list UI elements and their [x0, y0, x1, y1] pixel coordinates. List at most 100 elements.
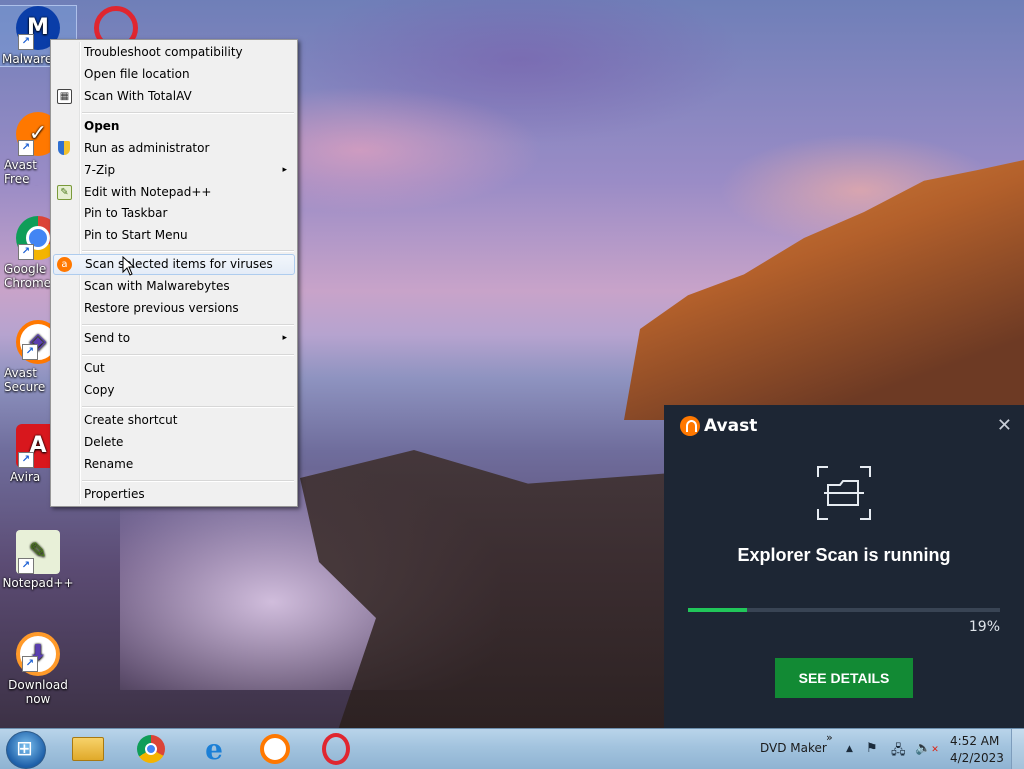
shortcut-arrow-icon: ↗: [18, 140, 34, 156]
toolbar-chevron-icon[interactable]: »: [826, 731, 833, 744]
wallpaper-cliff: [624, 160, 1024, 420]
shortcut-arrow-icon: ↗: [18, 34, 34, 50]
menu-item-label: Delete: [84, 435, 124, 449]
notepadpp-icon: ✎: [57, 185, 72, 200]
file-explorer-icon: [72, 737, 104, 761]
close-icon[interactable]: ✕: [997, 415, 1012, 436]
desktop-icon-label: Notepad++: [2, 576, 74, 590]
shortcut-arrow-icon: ↗: [22, 656, 38, 672]
taskbar-app-chrome[interactable]: [133, 733, 169, 765]
taskbar-app-internet-explorer[interactable]: e: [196, 732, 232, 766]
menu-item-label: Troubleshoot compatibility: [84, 45, 243, 59]
menu-item-scan-selected-items-for-viruses[interactable]: a Scan selected items for viruses: [53, 254, 295, 275]
avast-brand: Avast: [680, 415, 757, 437]
menu-separator: [82, 480, 294, 482]
avast-browser-icon: [260, 734, 290, 764]
menu-item-copy[interactable]: Copy: [53, 380, 295, 401]
download-now-icon: ⬇ ↗: [16, 632, 60, 676]
menu-item-scan-with-malwarebytes[interactable]: Scan with Malwarebytes: [53, 276, 295, 297]
start-button[interactable]: [6, 731, 46, 769]
menu-separator: [82, 354, 294, 356]
menu-item-label: Create shortcut: [84, 413, 178, 427]
menu-item-open[interactable]: Open: [53, 116, 295, 137]
opera-icon: [322, 733, 350, 765]
desktop-icon-label: Avast Free Antivirus: [4, 158, 37, 186]
scan-progress-bar: [688, 608, 1000, 612]
menu-item-label: Run as administrator: [84, 141, 210, 155]
internet-explorer-icon: e: [205, 732, 223, 766]
avast-logo-icon: [680, 416, 700, 436]
menu-item-cut[interactable]: Cut: [53, 358, 295, 379]
menu-item-run-as-administrator[interactable]: Run as administrator: [53, 138, 295, 159]
menu-item-rename[interactable]: Rename: [53, 454, 295, 475]
show-desktop-button[interactable]: [1011, 729, 1024, 769]
menu-item-label: Edit with Notepad++: [84, 185, 212, 199]
see-details-button[interactable]: SEE DETAILS: [775, 658, 913, 698]
desktop-icon-label: Avast Secure Browser: [4, 366, 46, 394]
menu-item-label: Scan with Malwarebytes: [84, 279, 230, 293]
scan-status-title: Explorer Scan is running: [737, 545, 951, 565]
taskbar-app-opera[interactable]: [318, 733, 354, 765]
menu-item-troubleshoot-compatibility[interactable]: Troubleshoot compatibility: [53, 42, 295, 63]
wallpaper-rocks: [300, 450, 680, 728]
totalav-icon: ▦: [57, 89, 72, 104]
context-menu: Troubleshoot compatibility Open file loc…: [50, 39, 298, 507]
menu-item-restore-previous-versions[interactable]: Restore previous versions: [53, 298, 295, 319]
mouse-cursor-icon: [122, 256, 136, 276]
menu-item-send-to[interactable]: Send to ▸: [53, 328, 295, 349]
submenu-arrow-icon: ▸: [282, 165, 287, 175]
shortcut-arrow-icon: ↗: [22, 344, 38, 360]
menu-item-properties[interactable]: Properties: [53, 484, 295, 505]
desktop-icon-label: Malwarebytes: [2, 52, 52, 66]
desktop-icon-download-now[interactable]: ⬇ ↗ Download now: [0, 632, 76, 706]
shortcut-arrow-icon: ↗: [18, 558, 34, 574]
menu-item-7zip[interactable]: 7-Zip ▸: [53, 160, 295, 181]
show-hidden-icons-arrow[interactable]: ▲: [846, 744, 853, 754]
shortcut-arrow-icon: ↗: [18, 244, 34, 260]
scan-progress-percent: 19%: [968, 619, 1000, 635]
menu-item-label: Scan selected items for viruses: [85, 257, 273, 271]
menu-separator: [82, 250, 294, 252]
menu-item-label: Open file location: [84, 67, 190, 81]
menu-item-label: Pin to Taskbar: [84, 206, 168, 220]
taskbar-app-avast-browser[interactable]: [257, 733, 293, 765]
menu-item-delete[interactable]: Delete: [53, 432, 295, 453]
menu-item-scan-with-totalav[interactable]: ▦ Scan With TotalAV: [53, 86, 295, 107]
clock-date[interactable]: 4/2/2023: [950, 751, 1004, 765]
menu-item-pin-to-taskbar[interactable]: Pin to Taskbar: [53, 203, 295, 224]
menu-item-pin-to-start-menu[interactable]: Pin to Start Menu: [53, 225, 295, 246]
shield-icon: [58, 141, 70, 155]
menu-item-label: Restore previous versions: [84, 301, 239, 315]
menu-separator: [82, 112, 294, 114]
menu-item-edit-with-notepadpp[interactable]: ✎ Edit with Notepad++: [53, 182, 295, 203]
menu-item-label: Copy: [84, 383, 115, 397]
menu-separator: [82, 324, 294, 326]
taskbar-app-file-explorer[interactable]: [70, 733, 106, 765]
avast-notification-panel: Avast ✕ Explorer Scan is running 19% SEE…: [664, 405, 1024, 728]
folder-scan-icon: [817, 466, 871, 520]
menu-item-label: Send to: [84, 331, 131, 345]
menu-item-label: Scan With TotalAV: [84, 89, 192, 103]
toolbar-label-dvd-maker[interactable]: DVD Maker: [760, 741, 827, 755]
volume-muted-icon[interactable]: 🔈✕: [915, 741, 939, 756]
menu-item-label: Rename: [84, 457, 134, 471]
action-center-flag-icon[interactable]: ⚑: [866, 741, 878, 756]
notepadpp-icon: ✎ ↗: [16, 530, 60, 574]
taskbar: e DVD Maker » ▲ ⚑ 🖧 🔈✕ 4:52 AM 4/2/2023: [0, 728, 1024, 769]
network-icon[interactable]: 🖧: [891, 741, 906, 763]
chrome-icon: [137, 735, 165, 763]
menu-item-label: 7-Zip: [84, 163, 116, 177]
menu-item-create-shortcut[interactable]: Create shortcut: [53, 410, 295, 431]
clock-time[interactable]: 4:52 AM: [950, 734, 999, 748]
avast-brand-name: Avast: [704, 416, 758, 436]
shortcut-arrow-icon: ↗: [18, 452, 34, 468]
submenu-arrow-icon: ▸: [282, 333, 287, 343]
menu-item-label: Pin to Start Menu: [84, 228, 188, 242]
scan-progress-fill: [688, 608, 748, 612]
menu-item-label: Open: [84, 119, 120, 133]
menu-item-label: Cut: [84, 361, 105, 375]
desktop-icon-notepadpp[interactable]: ✎ ↗ Notepad++: [0, 530, 76, 590]
menu-item-label: Properties: [84, 487, 145, 501]
menu-separator: [82, 406, 294, 408]
menu-item-open-file-location[interactable]: Open file location: [53, 64, 295, 85]
